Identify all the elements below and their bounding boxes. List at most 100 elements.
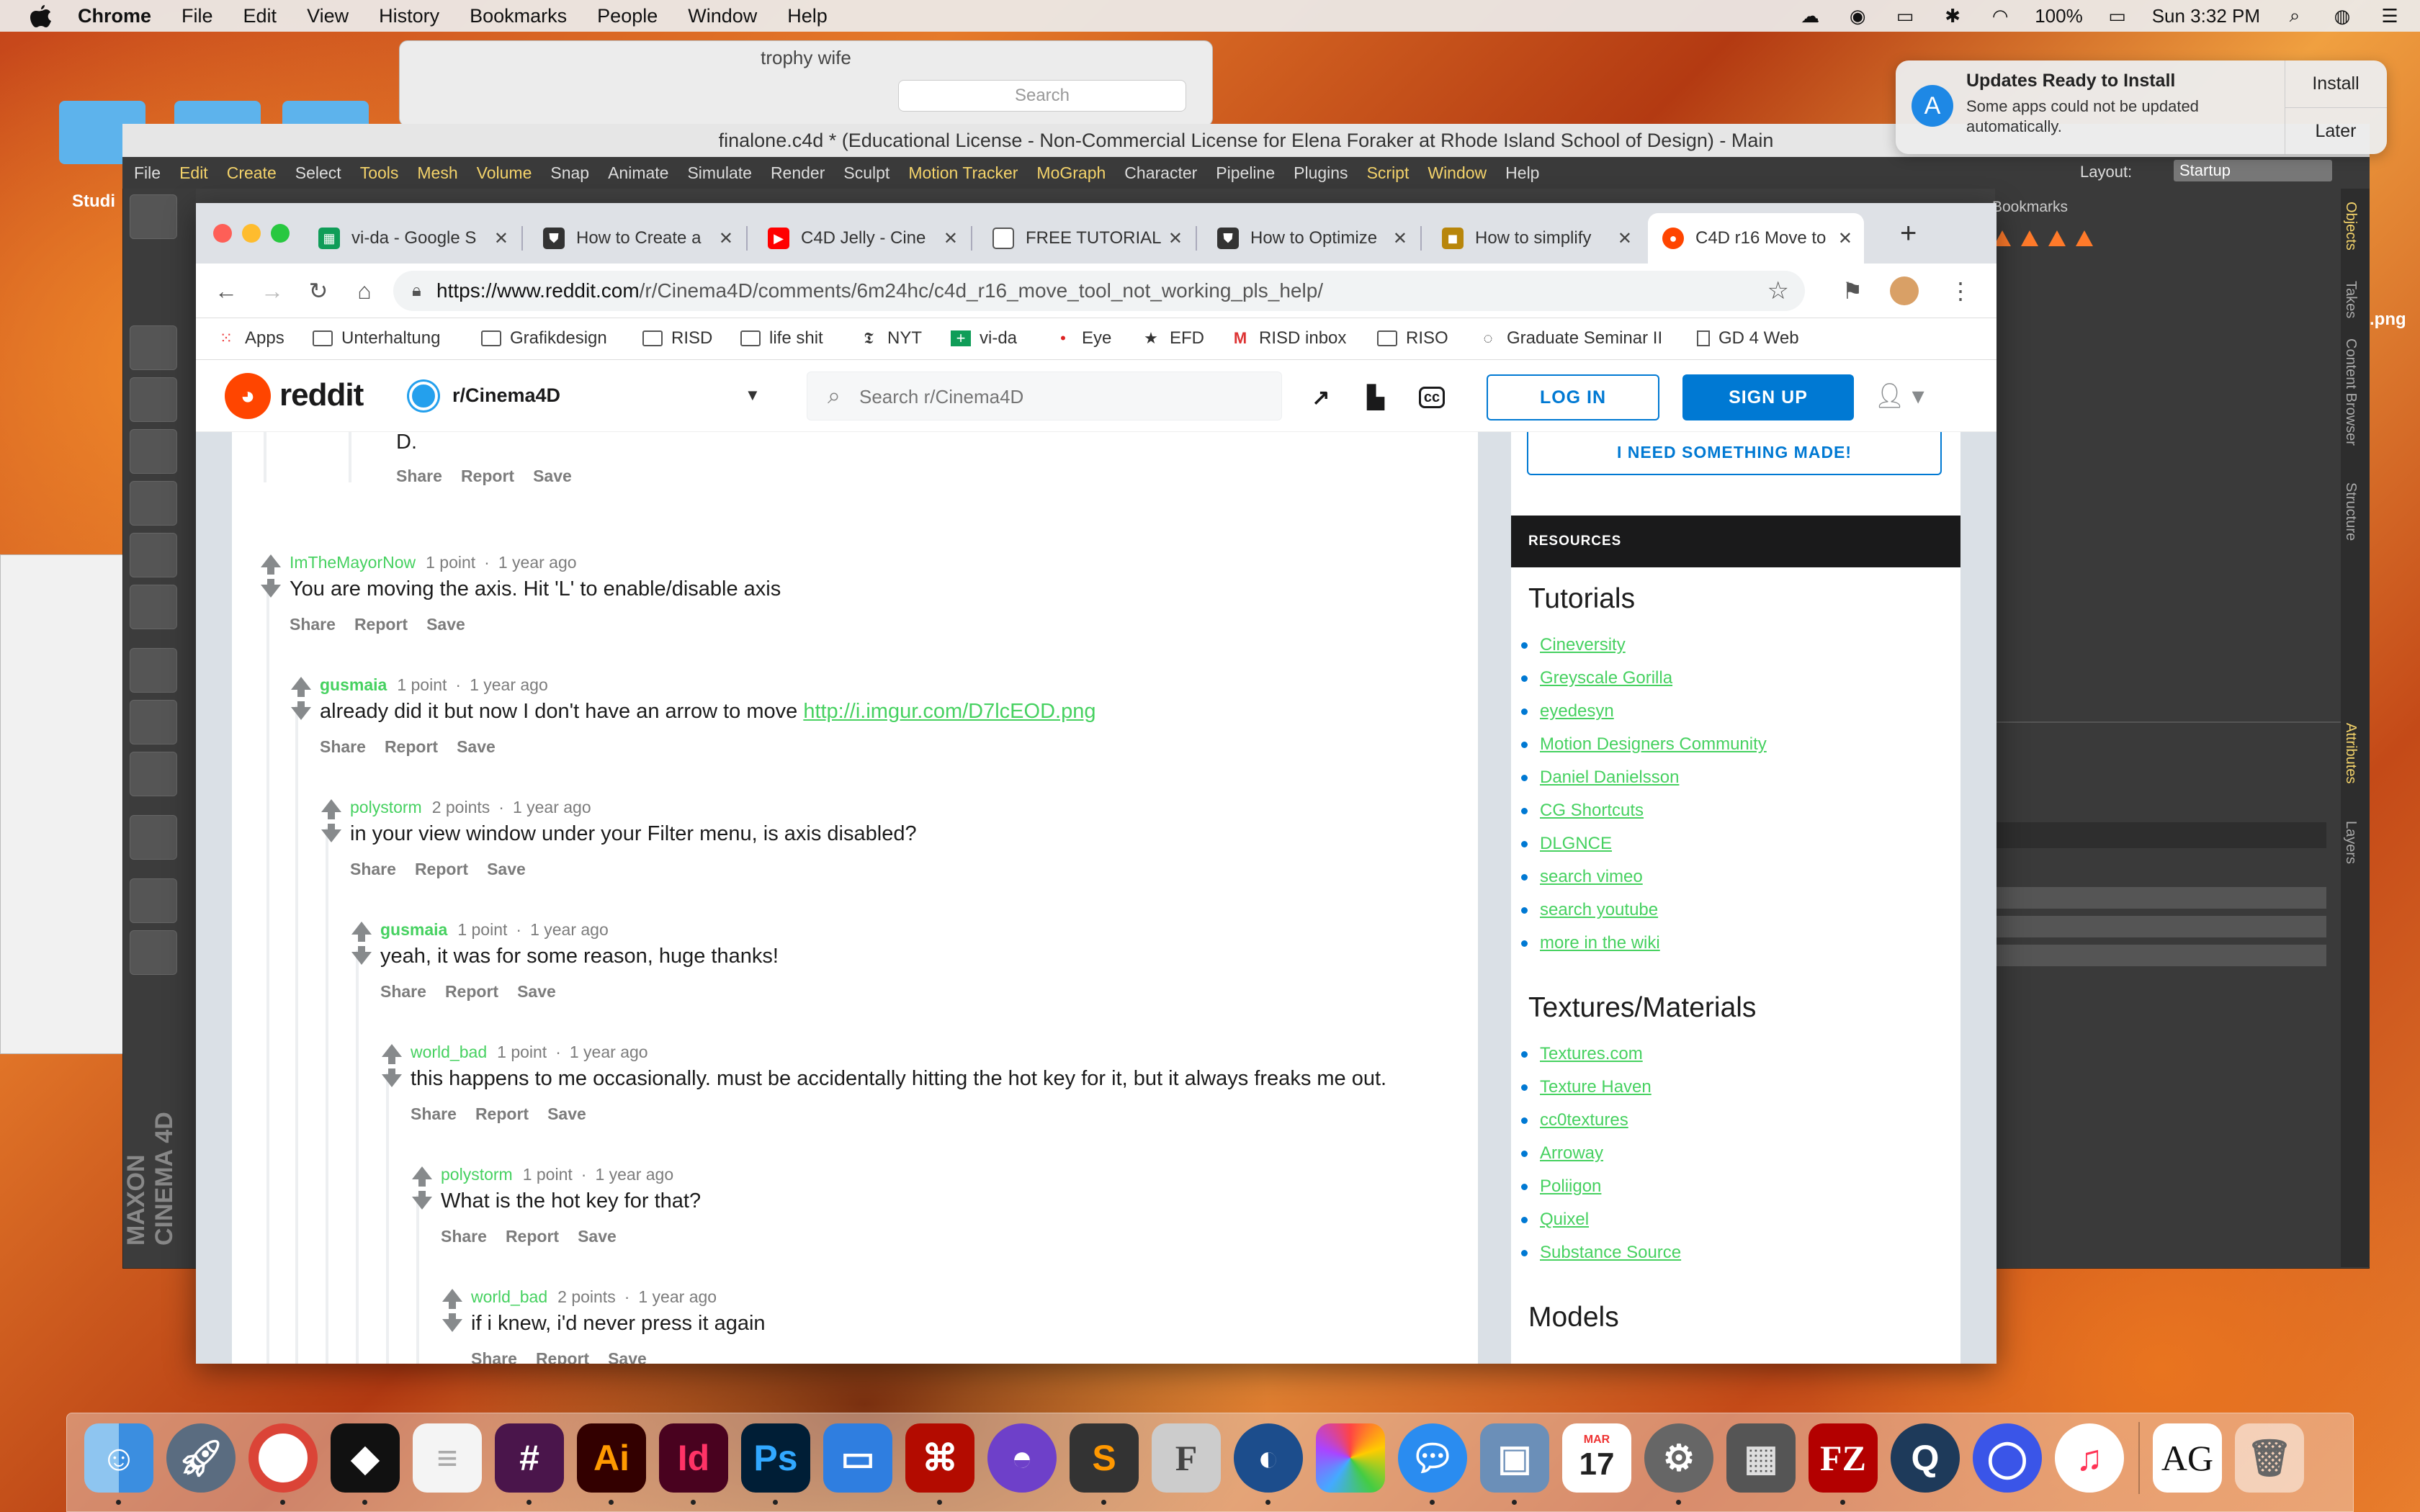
- bookmark-apps[interactable]: ⁙ Apps: [216, 328, 284, 348]
- bookmark-nyt[interactable]: 𝕿 NYT: [859, 328, 922, 348]
- save-button[interactable]: Save: [457, 737, 496, 756]
- reddit-wordmark[interactable]: reddit: [279, 377, 364, 413]
- report-button[interactable]: Report: [506, 1227, 559, 1246]
- save-button[interactable]: Save: [547, 1104, 586, 1123]
- c4d-tab-objects[interactable]: Objects: [2342, 202, 2359, 251]
- points-mode-icon[interactable]: [130, 481, 177, 526]
- bookmark-graduate-seminar[interactable]: ◌ Graduate Seminar II: [1478, 328, 1662, 348]
- c4d-tab-attributes[interactable]: Attributes: [2342, 723, 2359, 783]
- c4d-tab-structure[interactable]: Structure: [2342, 482, 2359, 541]
- report-button[interactable]: Report: [536, 1349, 589, 1364]
- attribute-field[interactable]: [1995, 822, 2326, 848]
- messages-icon[interactable]: 💬︎: [1398, 1423, 1467, 1493]
- forward-icon[interactable]: →: [255, 274, 290, 308]
- c4d-tab-layers[interactable]: Layers: [2342, 821, 2359, 864]
- preview-icon[interactable]: ▣: [1480, 1423, 1549, 1493]
- report-button[interactable]: Report: [475, 1104, 529, 1123]
- more-menu-icon[interactable]: ⋮: [1943, 274, 1978, 308]
- c4d-menu-simulate[interactable]: Simulate: [687, 163, 751, 183]
- share-button[interactable]: Share: [320, 737, 366, 756]
- attribute-field[interactable]: [1995, 916, 2326, 937]
- profile-avatar[interactable]: [1890, 276, 1919, 305]
- bookmark-gd-4-web[interactable]: GD 4 Web: [1697, 328, 1799, 348]
- need-something-made-button[interactable]: I NEED SOMETHING MADE!: [1527, 432, 1942, 475]
- photoshop-icon[interactable]: Ps: [741, 1423, 810, 1493]
- new-tab-button[interactable]: +: [1900, 217, 1917, 250]
- share-button[interactable]: Share: [396, 467, 442, 485]
- c4d-menu-character[interactable]: Character: [1124, 163, 1197, 183]
- save-button[interactable]: Save: [487, 860, 526, 878]
- comment-author[interactable]: world_bad: [471, 1287, 547, 1306]
- close-tab-icon[interactable]: ✕: [1393, 228, 1407, 249]
- filezilla-icon[interactable]: FZ: [1809, 1423, 1878, 1493]
- font-app-icon[interactable]: F: [1152, 1423, 1221, 1493]
- slack-icon[interactable]: #: [495, 1423, 564, 1493]
- bookmark-star-icon[interactable]: ☆: [1767, 276, 1789, 305]
- font-preview-icon[interactable]: AG: [2153, 1423, 2222, 1493]
- planar-workplane-icon[interactable]: [130, 930, 177, 975]
- trash-icon[interactable]: 🗑︎: [2235, 1423, 2304, 1493]
- downvote-icon[interactable]: [382, 1074, 402, 1087]
- address-bar[interactable]: 🔒︎ https://www.reddit.com/r/Cinema4D/com…: [393, 271, 1805, 311]
- sidebar-link[interactable]: cc0textures: [1521, 1110, 1628, 1130]
- edges-mode-icon[interactable]: [130, 533, 177, 577]
- circle-status-icon[interactable]: ◉: [1845, 3, 1870, 29]
- comment-author[interactable]: world_bad: [411, 1043, 487, 1061]
- acrobat-icon[interactable]: ⌘: [905, 1423, 974, 1493]
- github-icon[interactable]: ◓: [987, 1423, 1057, 1493]
- sidebar-link[interactable]: Substance Source: [1520, 1243, 1681, 1263]
- bookmark-unterhaltung[interactable]: Unterhaltung: [313, 328, 440, 348]
- tab-how-to-optimize[interactable]: ⛊ How to Optimize ✕: [1203, 213, 1419, 264]
- close-tab-icon[interactable]: ✕: [494, 228, 508, 249]
- preview-search[interactable]: Search: [898, 80, 1186, 112]
- upvote-icon[interactable]: [291, 677, 311, 690]
- menu-app-chrome[interactable]: Chrome: [78, 5, 151, 27]
- sidebar-link[interactable]: Daniel Danielsson: [1520, 768, 1679, 788]
- launchpad-icon[interactable]: 🚀︎: [166, 1423, 236, 1493]
- sidebar-link[interactable]: Greyscale Gorilla: [1520, 668, 1672, 688]
- tab-free-tutorial[interactable]: FREE TUTORIAL ✕: [978, 213, 1194, 264]
- siri-icon[interactable]: ◍: [2329, 3, 2355, 29]
- install-button[interactable]: Install: [2285, 60, 2387, 107]
- chevron-down-icon[interactable]: ▼: [745, 386, 761, 405]
- upvote-icon[interactable]: [442, 1289, 462, 1302]
- zoom-window-button[interactable]: [271, 224, 290, 243]
- c4d-menu-window[interactable]: Window: [1428, 163, 1487, 183]
- notification-center-icon[interactable]: ☰: [2377, 3, 2403, 29]
- save-button[interactable]: Save: [608, 1349, 647, 1364]
- bluetooth-icon[interactable]: ✱: [1940, 3, 1966, 29]
- c4d-tab-takes[interactable]: Takes: [2342, 281, 2359, 318]
- share-button[interactable]: Share: [290, 615, 336, 634]
- sublime-text-icon[interactable]: S: [1070, 1423, 1139, 1493]
- tweak-mode-icon[interactable]: [130, 700, 177, 744]
- upvote-icon[interactable]: [321, 799, 341, 812]
- sidebar-link[interactable]: CG Shortcuts: [1520, 801, 1644, 821]
- downvote-icon[interactable]: [291, 707, 311, 720]
- thread-line[interactable]: [386, 1073, 389, 1364]
- menu-help[interactable]: Help: [787, 5, 828, 27]
- sidebar-link[interactable]: eyedesyn: [1521, 701, 1614, 721]
- tab-how-to-create[interactable]: ⛊ How to Create a ✕: [529, 213, 745, 264]
- close-tab-icon[interactable]: ✕: [1838, 228, 1852, 249]
- airplay-icon[interactable]: ▭: [1892, 3, 1918, 29]
- comment-author[interactable]: gusmaia: [380, 920, 447, 939]
- illustrator-icon[interactable]: Ai: [577, 1423, 646, 1493]
- sidebar-link[interactable]: Motion Designers Community: [1521, 734, 1767, 755]
- system-preferences-icon[interactable]: ⚙: [1644, 1423, 1713, 1493]
- c4d-menu-tools[interactable]: Tools: [360, 163, 399, 183]
- sidebar-link[interactable]: more in the wiki: [1521, 933, 1660, 953]
- subreddit-name[interactable]: r/Cinema4D: [452, 384, 560, 407]
- photos-icon[interactable]: [1316, 1423, 1385, 1493]
- c4d-menu-help[interactable]: Help: [1505, 163, 1539, 183]
- report-button[interactable]: Report: [461, 467, 514, 485]
- clock[interactable]: Sun 3:32 PM: [2152, 5, 2260, 27]
- apple-menu-icon[interactable]: [27, 2, 55, 30]
- downvote-icon[interactable]: [442, 1319, 462, 1332]
- c4d-menu-create[interactable]: Create: [227, 163, 277, 183]
- bookmark-eye[interactable]: • Eye: [1053, 328, 1111, 348]
- reddit-snoo-icon[interactable]: ◕: [225, 373, 271, 419]
- sidebar-link[interactable]: Texture Haven: [1521, 1077, 1652, 1097]
- thread-line[interactable]: [295, 706, 298, 1364]
- menu-edit[interactable]: Edit: [243, 5, 277, 27]
- trending-icon[interactable]: ↗: [1307, 383, 1335, 412]
